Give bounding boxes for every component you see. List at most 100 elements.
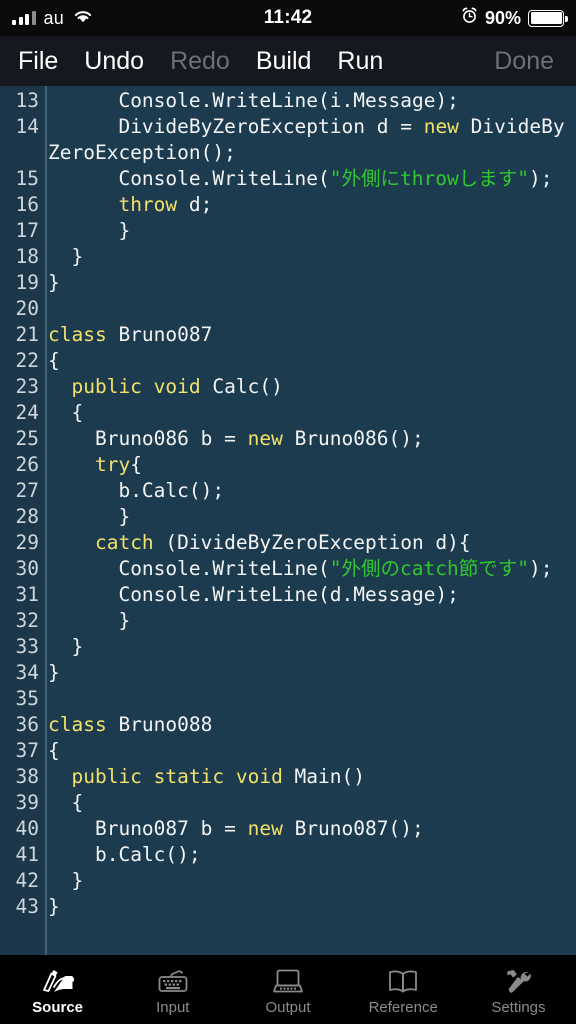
tab-settings[interactable]: Settings bbox=[461, 955, 576, 1024]
code-line[interactable]: 34} bbox=[0, 660, 576, 686]
line-content[interactable]: { bbox=[44, 348, 576, 374]
code-token: { bbox=[48, 401, 84, 424]
code-token: Calc() bbox=[200, 375, 283, 398]
code-line[interactable]: 17 } bbox=[0, 218, 576, 244]
code-editor[interactable]: 13 Console.WriteLine(i.Message); 14 Divid… bbox=[0, 86, 576, 955]
code-line[interactable]: 36 class Bruno088 bbox=[0, 712, 576, 738]
code-line[interactable]: 32 } bbox=[0, 608, 576, 634]
code-line[interactable]: 15 Console.WriteLine("外側にthrowします"); bbox=[0, 166, 576, 192]
line-number: 30 bbox=[15, 557, 39, 580]
code-line[interactable]: 16 throw d; bbox=[0, 192, 576, 218]
code-line[interactable]: 43} bbox=[0, 894, 576, 920]
tab-output[interactable]: Output bbox=[230, 955, 345, 1024]
code-token: } bbox=[48, 505, 131, 528]
line-content[interactable]: public static void Main() bbox=[44, 764, 576, 790]
code-line[interactable]: 20 bbox=[0, 296, 576, 322]
line-content[interactable]: class Bruno088 bbox=[44, 712, 576, 738]
code-line[interactable]: 21 class Bruno087 bbox=[0, 322, 576, 348]
code-line[interactable]: 19} bbox=[0, 270, 576, 296]
line-content[interactable]: Bruno087 b = new Bruno087(); bbox=[44, 816, 576, 842]
line-content[interactable]: Console.WriteLine("外側のcatch節です"); bbox=[44, 556, 576, 582]
keyword-token: class bbox=[48, 713, 107, 736]
line-number: 35 bbox=[15, 687, 39, 710]
keyword-token: class bbox=[48, 323, 107, 346]
line-content[interactable]: { bbox=[44, 738, 576, 764]
line-content[interactable]: } bbox=[44, 244, 576, 270]
file-button[interactable]: File bbox=[18, 48, 58, 74]
code-token: } bbox=[48, 219, 131, 242]
line-content[interactable]: try{ bbox=[44, 452, 576, 478]
line-content[interactable]: public void Calc() bbox=[44, 374, 576, 400]
line-number: 26 bbox=[15, 453, 39, 476]
code-line[interactable]: 33 } bbox=[0, 634, 576, 660]
line-content[interactable]: } bbox=[44, 894, 576, 920]
line-content[interactable]: throw d; bbox=[44, 192, 576, 218]
line-content[interactable]: Console.WriteLine(i.Message); bbox=[44, 88, 576, 114]
code-line[interactable]: 24 { bbox=[0, 400, 576, 426]
line-number: 28 bbox=[15, 505, 39, 528]
line-content[interactable]: } bbox=[44, 634, 576, 660]
code-line[interactable]: 29 catch (DivideByZeroException d){ bbox=[0, 530, 576, 556]
line-content[interactable]: Bruno086 b = new Bruno086(); bbox=[44, 426, 576, 452]
line-content[interactable]: } bbox=[44, 608, 576, 634]
line-number: 21 bbox=[15, 323, 39, 346]
line-content[interactable]: DivideByZeroException d = new DivideByZe… bbox=[44, 114, 576, 166]
line-content[interactable]: { bbox=[44, 400, 576, 426]
line-content[interactable]: { bbox=[44, 790, 576, 816]
code-line[interactable]: 27 b.Calc(); bbox=[0, 478, 576, 504]
string-token: "外側にthrowします" bbox=[329, 167, 529, 190]
line-number: 31 bbox=[15, 583, 39, 606]
code-line[interactable]: 35 bbox=[0, 686, 576, 712]
line-content[interactable]: Console.WriteLine("外側にthrowします"); bbox=[44, 166, 576, 192]
code-line[interactable]: 39 { bbox=[0, 790, 576, 816]
code-line[interactable]: 38 public static void Main() bbox=[0, 764, 576, 790]
line-content[interactable] bbox=[44, 686, 576, 712]
string-token: "外側のcatch節です" bbox=[329, 557, 529, 580]
code-line[interactable]: 37 { bbox=[0, 738, 576, 764]
line-content[interactable]: } bbox=[44, 660, 576, 686]
tab-source[interactable]: Source bbox=[0, 955, 115, 1024]
keyword-token: new bbox=[247, 817, 283, 840]
line-content[interactable]: class Bruno087 bbox=[44, 322, 576, 348]
code-line[interactable]: 14 DivideByZeroException d = new DivideB… bbox=[0, 114, 576, 166]
tab-input[interactable]: Input bbox=[115, 955, 230, 1024]
code-line[interactable]: 26 try{ bbox=[0, 452, 576, 478]
code-token: Main() bbox=[282, 765, 365, 788]
undo-button[interactable]: Undo bbox=[84, 48, 144, 74]
code-line[interactable]: 40 Bruno087 b = new Bruno087(); bbox=[0, 816, 576, 842]
line-content[interactable]: b.Calc(); bbox=[44, 842, 576, 868]
code-line[interactable]: 30 Console.WriteLine("外側のcatch節です"); bbox=[0, 556, 576, 582]
code-line[interactable]: 41 b.Calc(); bbox=[0, 842, 576, 868]
line-number: 13 bbox=[15, 89, 39, 112]
code-line[interactable]: 18 } bbox=[0, 244, 576, 270]
line-content[interactable]: } bbox=[44, 868, 576, 894]
line-number: 23 bbox=[15, 375, 39, 398]
wifi-icon bbox=[72, 8, 94, 29]
code-line[interactable]: 31 Console.WriteLine(d.Message); bbox=[0, 582, 576, 608]
line-content[interactable]: b.Calc(); bbox=[44, 478, 576, 504]
keyword-token: new bbox=[423, 115, 459, 138]
code-token: } bbox=[48, 635, 84, 658]
line-content[interactable]: catch (DivideByZeroException d){ bbox=[44, 530, 576, 556]
line-number: 36 bbox=[15, 713, 39, 736]
battery-icon bbox=[528, 9, 568, 27]
code-line[interactable]: 13 Console.WriteLine(i.Message); bbox=[0, 88, 576, 114]
code-token: Bruno087(); bbox=[282, 817, 424, 840]
line-content[interactable]: } bbox=[44, 504, 576, 530]
line-content[interactable]: Console.WriteLine(d.Message); bbox=[44, 582, 576, 608]
code-line[interactable]: 22 { bbox=[0, 348, 576, 374]
keyword-token: catch bbox=[48, 531, 154, 554]
line-number: 29 bbox=[15, 531, 39, 554]
tab-reference[interactable]: Reference bbox=[346, 955, 461, 1024]
code-line[interactable]: 25 Bruno086 b = new Bruno086(); bbox=[0, 426, 576, 452]
line-content[interactable]: } bbox=[44, 218, 576, 244]
line-number: 17 bbox=[15, 219, 39, 242]
line-content[interactable] bbox=[44, 296, 576, 322]
line-content[interactable]: } bbox=[44, 270, 576, 296]
code-line[interactable]: 28 } bbox=[0, 504, 576, 530]
line-number: 33 bbox=[15, 635, 39, 658]
code-line[interactable]: 23 public void Calc() bbox=[0, 374, 576, 400]
build-button[interactable]: Build bbox=[256, 48, 312, 74]
code-line[interactable]: 42 } bbox=[0, 868, 576, 894]
run-button[interactable]: Run bbox=[337, 48, 383, 74]
